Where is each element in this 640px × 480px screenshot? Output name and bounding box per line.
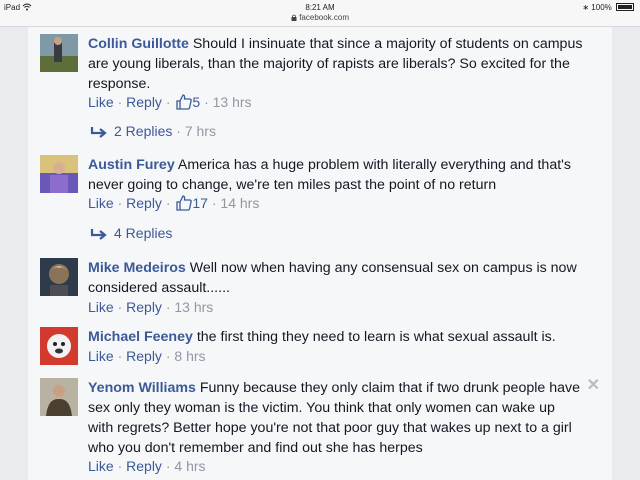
separator: · (117, 458, 123, 474)
comment-actions: Like · Reply · 8 hrs (88, 348, 206, 364)
thumbs-up-icon[interactable] (176, 94, 193, 110)
like-count[interactable]: 5 (192, 94, 200, 110)
separator: · (165, 458, 171, 474)
close-icon[interactable]: ✕ (587, 375, 600, 395)
separator: · (165, 299, 171, 315)
comment-actions: Like · Reply · 4 hrs (88, 458, 206, 474)
comment-text: the first thing they need to learn is wh… (196, 329, 556, 345)
separator: · (165, 195, 171, 211)
avatar[interactable] (40, 378, 78, 416)
comment-body: Austin Furey America has a huge problem … (88, 155, 590, 195)
separator: · (204, 94, 209, 110)
comment-author[interactable]: Michael Feeney (88, 329, 193, 345)
view-replies-link[interactable]: 4 Replies (90, 225, 172, 241)
avatar[interactable] (40, 327, 78, 365)
reply-arrow-icon (90, 229, 107, 240)
reply-link[interactable]: Reply (126, 195, 162, 211)
view-replies-link[interactable]: 2 Replies · 7 hrs (90, 123, 216, 139)
like-link[interactable]: Like (88, 348, 114, 364)
replies-time: 7 hrs (184, 123, 216, 139)
url-text: facebook.com (299, 13, 350, 22)
comment-author[interactable]: Mike Medeiros (88, 260, 186, 276)
separator: · (211, 195, 217, 211)
comment-body: Collin Guillotte Should I insinuate that… (88, 34, 590, 94)
comment-body: Michael Feeney the first thing they need… (88, 327, 590, 347)
like-link[interactable]: Like (88, 94, 114, 110)
bluetooth-icon: ∗ (582, 3, 590, 12)
thumbs-up-icon[interactable] (176, 195, 193, 211)
avatar[interactable] (40, 34, 78, 72)
comment-time: 4 hrs (174, 458, 206, 474)
like-count[interactable]: 17 (192, 195, 208, 211)
comment-author[interactable]: Austin Furey (88, 157, 175, 173)
reply-link[interactable]: Reply (126, 348, 162, 364)
like-link[interactable]: Like (88, 299, 114, 315)
comment-time: 13 hrs (212, 94, 252, 110)
comments-feed: Collin Guillotte Should I insinuate that… (28, 27, 612, 480)
comment-body: Mike Medeiros Well now when having any c… (88, 258, 590, 298)
separator: · (117, 348, 123, 364)
battery-percent: 100% (591, 3, 612, 12)
lock-icon (291, 14, 297, 21)
replies-label[interactable]: 4 Replies (114, 225, 172, 241)
clock: 8:21 AM (305, 3, 335, 12)
comment-author[interactable]: Yenom Williams (88, 380, 196, 396)
separator: · (176, 123, 181, 139)
url-bar[interactable]: facebook.com (0, 13, 640, 22)
separator: · (165, 94, 171, 110)
like-link[interactable]: Like (88, 195, 114, 211)
replies-label[interactable]: 2 Replies (114, 123, 172, 139)
like-link[interactable]: Like (88, 458, 114, 474)
status-bar: iPad 8:21 AM facebook.com ∗ 100% (0, 0, 640, 27)
comment-time: 14 hrs (220, 195, 260, 211)
comment-time: 13 hrs (174, 299, 214, 315)
comment-author[interactable]: Collin Guillotte (88, 36, 189, 52)
comment-actions: Like · Reply · 5 · 13 hrs (88, 94, 252, 110)
reply-link[interactable]: Reply (126, 299, 162, 315)
comment-actions: Like · Reply · 13 hrs (88, 299, 213, 315)
separator: · (117, 94, 123, 110)
separator: · (117, 195, 123, 211)
reply-arrow-icon (90, 127, 107, 138)
comment-time: 8 hrs (174, 348, 206, 364)
comment-body: Yenom Williams Funny because they only c… (88, 378, 582, 458)
avatar[interactable] (40, 258, 78, 296)
comment-actions: Like · Reply · 17 · 14 hrs (88, 195, 259, 211)
separator: · (117, 299, 123, 315)
battery-icon (616, 3, 634, 11)
separator: · (165, 348, 171, 364)
reply-link[interactable]: Reply (126, 458, 162, 474)
reply-link[interactable]: Reply (126, 94, 162, 110)
avatar[interactable] (40, 155, 78, 193)
status-right: ∗ 100% (582, 3, 634, 12)
